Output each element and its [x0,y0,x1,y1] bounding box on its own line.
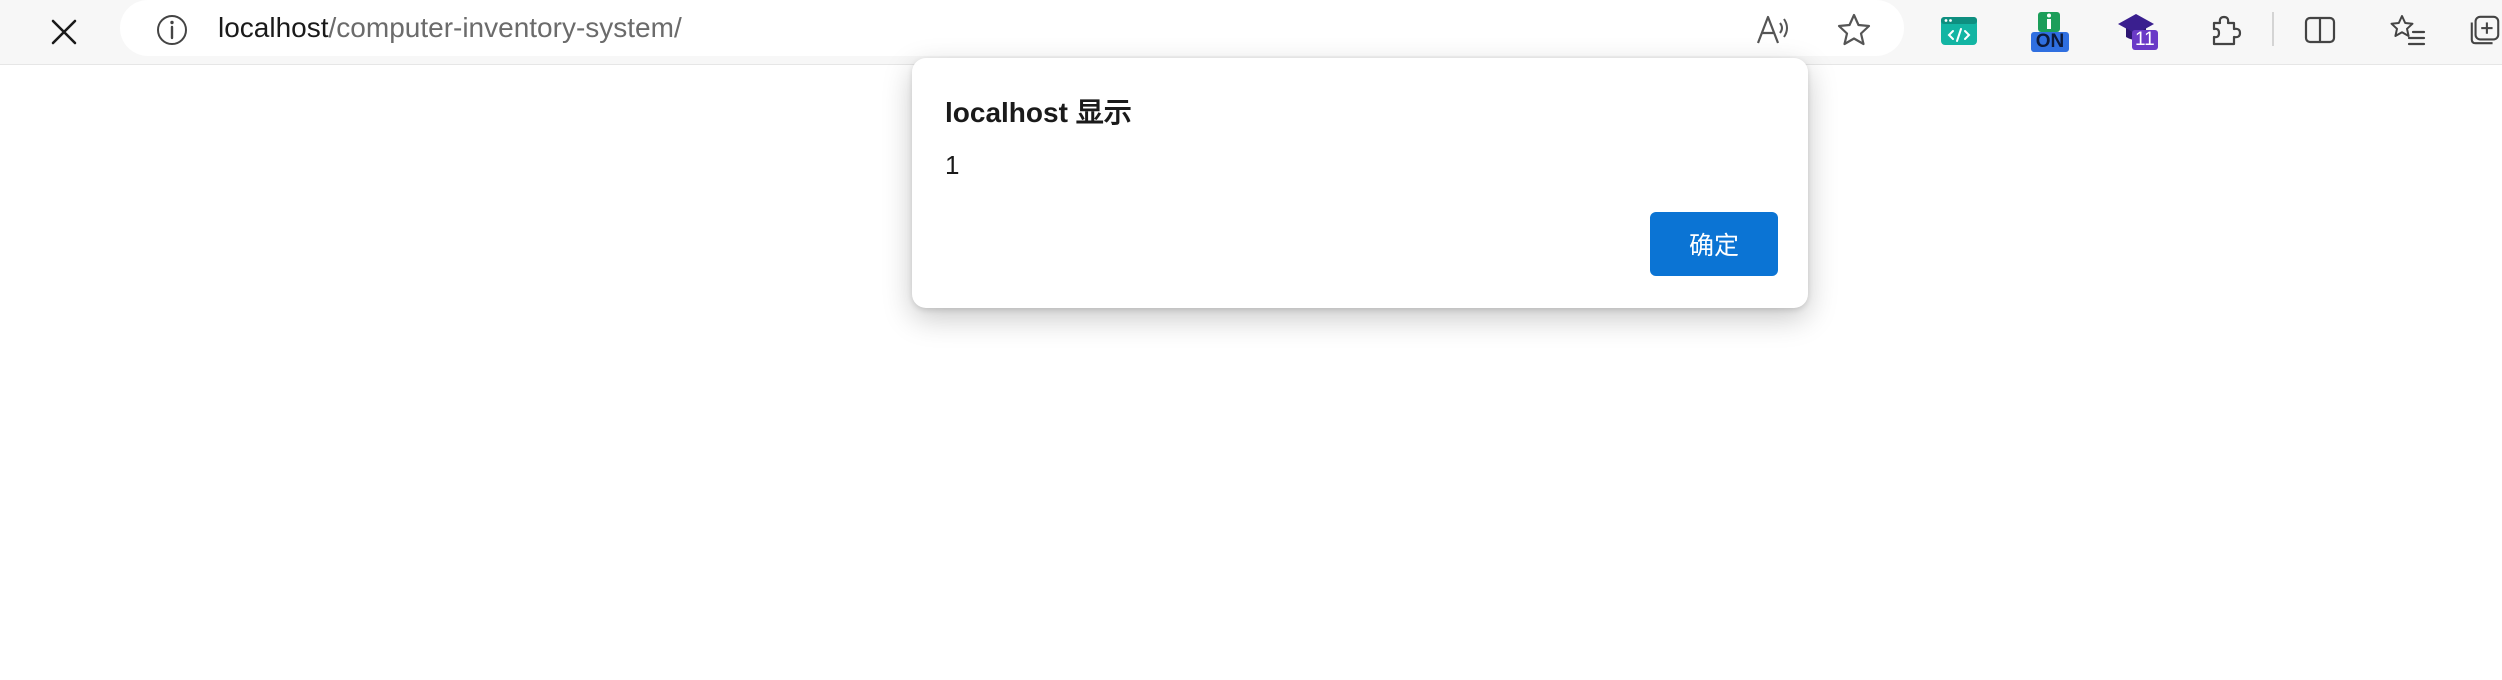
collections-button[interactable] [2468,8,2502,52]
split-screen-button[interactable] [2298,8,2342,52]
url-host: localhost [218,12,329,43]
puzzle-icon [2212,15,2242,46]
extension-count-badge: 11 [2132,30,2158,50]
ok-button[interactable]: 确定 [1650,212,1778,276]
browser-toolbar: localhost/computer-inventory-system/ ON … [0,0,2502,65]
split-screen-icon [2304,16,2336,44]
dialog-message: 1 [945,150,960,180]
extensions-button[interactable] [2202,8,2246,52]
site-info-button[interactable] [152,10,192,50]
extension-on-button[interactable]: ON [2024,6,2074,56]
favorites-list-icon [2390,15,2426,46]
url-text[interactable]: localhost/computer-inventory-system/ [218,11,682,45]
extension-graduation-button[interactable]: 11 [2114,6,2164,56]
read-aloud-button[interactable] [1752,8,1796,52]
favorites-button[interactable] [2386,8,2430,52]
code-window-icon [1941,17,1977,45]
extension-on-badge: ON [2031,32,2069,52]
close-icon [51,19,77,45]
read-aloud-icon [1756,15,1788,44]
star-icon [1837,13,1871,46]
info-icon [157,15,187,45]
stop-loading-button[interactable] [40,8,88,56]
favorite-star-button[interactable] [1832,8,1876,52]
extension-code-button[interactable] [1934,6,1984,56]
toolbar-separator [2272,12,2274,46]
collections-icon [2470,15,2500,45]
url-path: /computer-inventory-system/ [328,12,682,43]
alert-dialog: localhost 显示 1 确定 [912,58,1808,308]
dialog-title: localhost 显示 [945,97,1132,128]
